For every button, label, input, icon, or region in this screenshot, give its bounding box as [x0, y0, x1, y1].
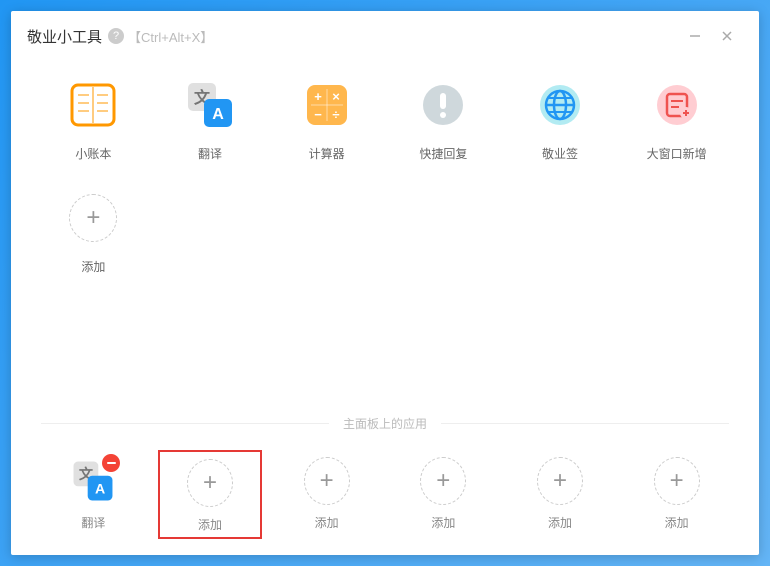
- tool-bigwindow[interactable]: 大窗口新增: [624, 79, 729, 162]
- tool-add[interactable]: + 添加: [41, 192, 146, 275]
- tool-ledger[interactable]: 小账本: [41, 79, 146, 162]
- close-button[interactable]: [711, 20, 743, 52]
- panel-item-add[interactable]: + 添加: [391, 450, 496, 539]
- app-title: 敬业小工具: [27, 26, 102, 47]
- panel-label: 添加: [198, 516, 222, 533]
- svg-text:A: A: [212, 106, 224, 123]
- add-icon: +: [187, 460, 233, 506]
- tool-label: 翻译: [198, 145, 222, 162]
- svg-text:−: −: [314, 107, 322, 122]
- svg-text:A: A: [95, 480, 105, 496]
- add-icon: +: [304, 458, 350, 504]
- panel-item-add[interactable]: + 添加: [274, 450, 379, 539]
- tool-quickreply[interactable]: 快捷回复: [391, 79, 496, 162]
- tool-jingye[interactable]: 敬业签: [508, 79, 613, 162]
- tool-label: 小账本: [75, 145, 111, 162]
- calculator-icon: + ×−÷: [301, 79, 353, 131]
- shortcut-hint: 【Ctrl+Alt+X】: [128, 27, 213, 46]
- translate-icon: 文A: [70, 458, 116, 504]
- newwindow-icon: [651, 79, 703, 131]
- add-icon: +: [420, 458, 466, 504]
- panel-item-translate[interactable]: 文A 翻译: [41, 450, 146, 539]
- minimize-button[interactable]: [679, 20, 711, 52]
- panel-item-add[interactable]: + 添加: [158, 450, 263, 539]
- tool-calculator[interactable]: + ×−÷ 计算器: [274, 79, 379, 162]
- tool-translate[interactable]: 文A 翻译: [158, 79, 263, 162]
- svg-text:÷: ÷: [332, 107, 339, 122]
- tool-label: 添加: [81, 258, 105, 275]
- tool-label: 大窗口新增: [647, 145, 707, 162]
- panel-divider: 主面板上的应用: [41, 415, 729, 432]
- tool-label: 计算器: [309, 145, 345, 162]
- add-icon: +: [654, 458, 700, 504]
- svg-text:+: +: [314, 89, 322, 104]
- panel-label: 翻译: [81, 514, 105, 531]
- tools-grid: 小账本 文A 翻译 + ×−÷ 计算器 快捷回复: [41, 79, 729, 275]
- tool-label: 快捷回复: [419, 145, 467, 162]
- panel-grid: 文A 翻译 + 添加 + 添加 + 添加 + 添加: [41, 450, 729, 549]
- content-area: 小账本 文A 翻译 + ×−÷ 计算器 快捷回复: [11, 61, 759, 555]
- globe-icon: [534, 79, 586, 131]
- remove-icon[interactable]: [102, 454, 120, 472]
- panel-label: 添加: [315, 514, 339, 531]
- ledger-icon: [67, 79, 119, 131]
- panel-item-add[interactable]: + 添加: [624, 450, 729, 539]
- translate-icon: 文A: [184, 79, 236, 131]
- divider-label: 主面板上的应用: [329, 415, 441, 432]
- app-window: 敬业小工具 ? 【Ctrl+Alt+X】 小账本 文A 翻译: [11, 11, 759, 555]
- help-icon[interactable]: ?: [108, 28, 124, 44]
- panel-label: 添加: [431, 514, 455, 531]
- add-icon: +: [67, 192, 119, 244]
- panel-label: 添加: [665, 514, 689, 531]
- titlebar: 敬业小工具 ? 【Ctrl+Alt+X】: [11, 11, 759, 61]
- add-icon: +: [537, 458, 583, 504]
- panel-label: 添加: [548, 514, 572, 531]
- svg-text:×: ×: [332, 89, 340, 104]
- tool-label: 敬业签: [542, 145, 578, 162]
- panel-item-add[interactable]: + 添加: [508, 450, 613, 539]
- quickreply-icon: [417, 79, 469, 131]
